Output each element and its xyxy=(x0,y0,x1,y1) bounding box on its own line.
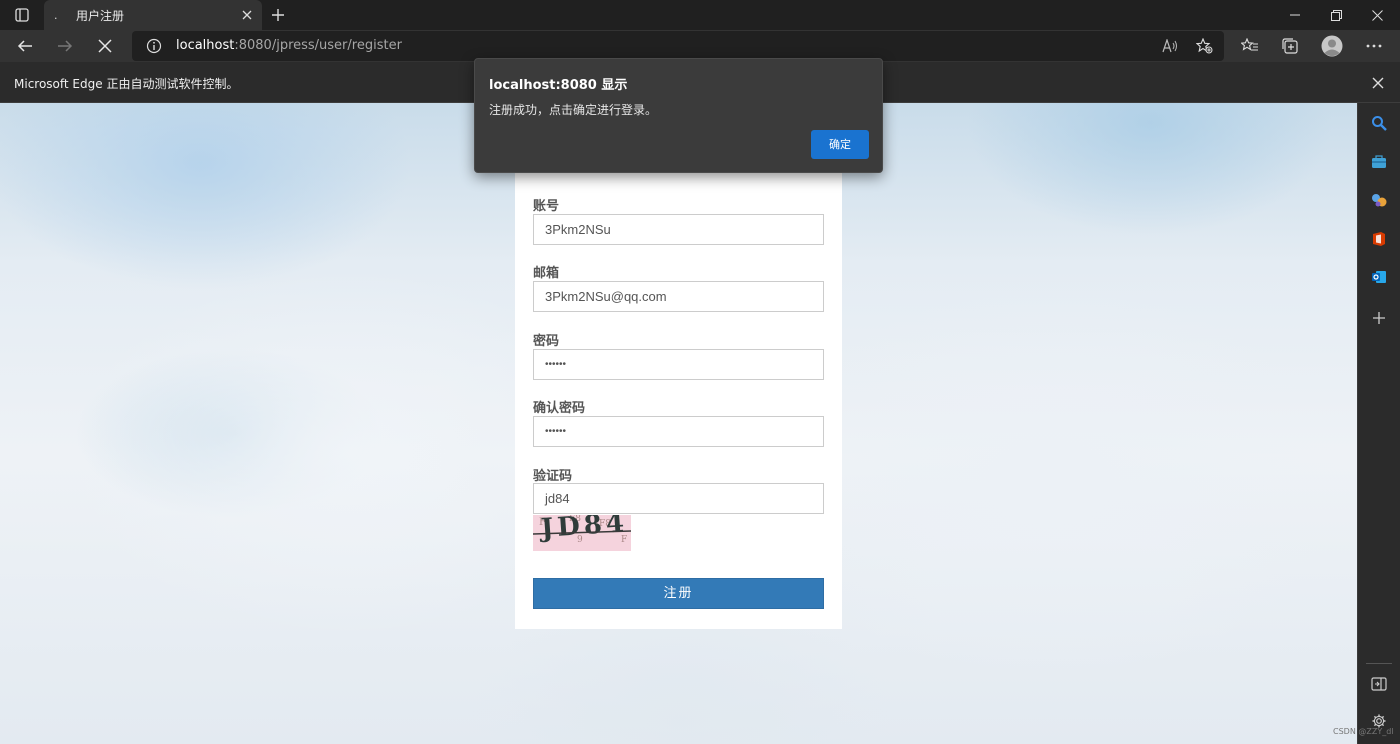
page-content: 账号 3Pkm2NSu 邮箱 3Pkm2NSu@qq.com 密码 ••••••… xyxy=(0,103,1357,744)
favorites-button[interactable] xyxy=(1236,34,1264,58)
read-aloud-button[interactable] xyxy=(1158,35,1182,57)
infobar-text: Microsoft Edge 正由自动测试软件控制。 xyxy=(14,77,239,91)
collections-icon xyxy=(1282,38,1298,54)
search-icon xyxy=(1372,116,1387,131)
minimize-button[interactable] xyxy=(1272,0,1318,30)
add-favorite-button[interactable] xyxy=(1192,35,1216,57)
dialog-title: localhost:8080 显示 xyxy=(489,78,628,93)
confirm-password-label: 确认密码 xyxy=(533,401,586,416)
restore-icon xyxy=(1330,9,1342,21)
register-button[interactable]: 注册 xyxy=(533,578,824,609)
edge-sidebar xyxy=(1357,103,1400,744)
window-close-button[interactable] xyxy=(1354,0,1400,30)
captcha-noise-line xyxy=(533,530,631,535)
confirm-password-input[interactable]: •••••• xyxy=(533,416,824,447)
dialog-ok-button[interactable]: 确定 xyxy=(811,130,869,159)
email-input[interactable]: 3Pkm2NSu@qq.com xyxy=(533,281,824,312)
plus-icon xyxy=(272,9,284,21)
alert-dialog: localhost:8080 显示 注册成功，点击确定进行登录。 确定 xyxy=(474,58,883,173)
more-button[interactable] xyxy=(1360,34,1388,58)
minimize-icon xyxy=(1290,14,1300,16)
email-label: 邮箱 xyxy=(533,266,560,281)
profile-icon xyxy=(1321,35,1343,57)
sidebar-outlook-button[interactable] xyxy=(1368,266,1390,288)
read-aloud-icon xyxy=(1162,39,1177,53)
sidebar-toggle-icon xyxy=(1371,677,1387,691)
sidebar-hide-button[interactable] xyxy=(1368,673,1390,695)
collections-button[interactable] xyxy=(1276,34,1304,58)
account-input[interactable]: 3Pkm2NSu xyxy=(533,214,824,245)
briefcase-icon xyxy=(1372,155,1386,168)
new-tab-button[interactable] xyxy=(266,4,290,26)
sidebar-divider xyxy=(1366,663,1392,664)
watermark: CSDN @ZZY_dl xyxy=(1333,727,1394,736)
restore-button[interactable] xyxy=(1313,0,1359,30)
register-form: 账号 3Pkm2NSu 邮箱 3Pkm2NSu@qq.com 密码 ••••••… xyxy=(515,171,842,629)
captcha-image[interactable]: F F8 F8 F 9 JD84 xyxy=(533,515,631,551)
sidebar-tools-button[interactable] xyxy=(1368,151,1390,173)
stop-button[interactable] xyxy=(91,34,119,58)
tab-title: 用户注册 xyxy=(76,9,125,23)
add-favorite-icon xyxy=(1195,38,1212,54)
profile-button[interactable] xyxy=(1318,34,1346,58)
office-icon xyxy=(1373,232,1385,246)
sidebar-games-button[interactable] xyxy=(1368,189,1390,211)
password-label: 密码 xyxy=(533,334,560,349)
sidebar-search-button[interactable] xyxy=(1368,112,1390,134)
captcha-input[interactable]: jd84 xyxy=(533,483,824,514)
close-icon xyxy=(242,10,252,20)
address-bar[interactable]: localhost:8080/jpress/user/register xyxy=(132,31,1224,61)
url-path: :8080/jpress/user/register xyxy=(234,38,402,53)
outlook-icon xyxy=(1372,271,1386,283)
close-icon xyxy=(1372,77,1384,89)
back-arrow-icon xyxy=(17,40,32,52)
sidebar-add-button[interactable] xyxy=(1368,307,1390,329)
active-tab[interactable]: . 用户注册 xyxy=(44,0,262,30)
info-icon[interactable] xyxy=(146,38,162,54)
favorites-icon xyxy=(1241,38,1258,51)
url-host: localhost xyxy=(176,38,235,53)
forward-arrow-icon xyxy=(58,40,73,52)
tab-actions-button[interactable] xyxy=(8,5,36,25)
tab-favicon: . xyxy=(54,9,58,22)
dialog-message: 注册成功，点击确定进行登录。 xyxy=(489,103,658,117)
stop-icon xyxy=(98,39,112,53)
more-icon xyxy=(1366,44,1382,48)
games-icon xyxy=(1372,194,1387,207)
captcha-label: 验证码 xyxy=(533,469,573,484)
back-button[interactable] xyxy=(11,34,39,58)
forward-button[interactable] xyxy=(51,34,79,58)
sidebar-office-button[interactable] xyxy=(1368,228,1390,250)
url-text: localhost:8080/jpress/user/register xyxy=(176,38,402,53)
password-input[interactable]: •••••• xyxy=(533,349,824,380)
close-icon xyxy=(1371,9,1383,21)
tab-close-button[interactable] xyxy=(238,6,256,24)
infobar-close-button[interactable] xyxy=(1368,73,1388,93)
add-icon xyxy=(1373,312,1385,324)
tab-strip: . 用户注册 xyxy=(0,0,1400,30)
tab-actions-icon xyxy=(15,8,29,22)
account-label: 账号 xyxy=(533,199,560,214)
